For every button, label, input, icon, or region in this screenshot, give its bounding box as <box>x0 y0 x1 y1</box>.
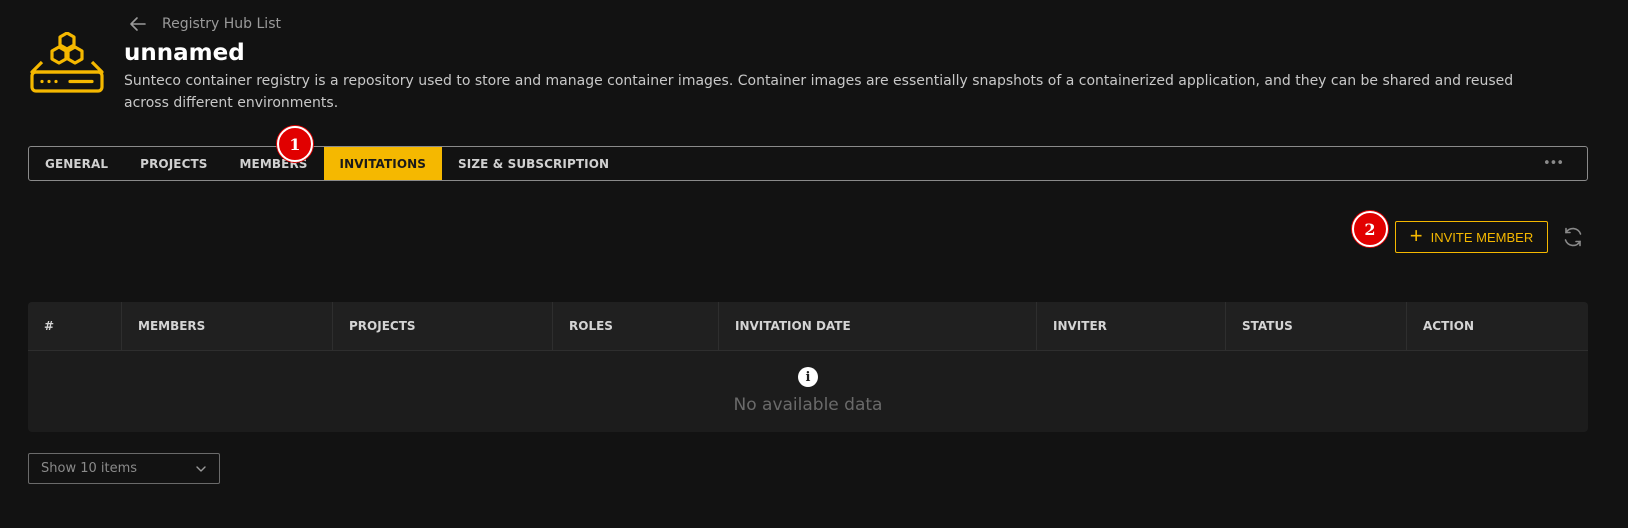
annotation-badge-2: 2 <box>1352 211 1388 247</box>
back-link[interactable]: Registry Hub List <box>128 14 281 34</box>
empty-state-text: No available data <box>733 395 883 415</box>
page-size-label: Show 10 items <box>41 461 138 476</box>
table-header: # MEMBERS PROJECTS ROLES INVITATION DATE… <box>28 302 1588 351</box>
chevron-down-icon <box>196 465 206 472</box>
invite-member-button[interactable]: + INVITE MEMBER <box>1395 221 1548 253</box>
column-header-status: STATUS <box>1226 302 1407 350</box>
empty-state: i No available data <box>28 351 1588 415</box>
column-header-index: # <box>28 302 122 350</box>
annotation-badge-1: 1 <box>277 126 313 162</box>
column-header-inviter: INVITER <box>1037 302 1226 350</box>
tab-general[interactable]: GENERAL <box>29 147 124 180</box>
invite-member-label: INVITE MEMBER <box>1430 229 1534 245</box>
page-size-select[interactable]: Show 10 items <box>28 453 220 484</box>
column-header-action: ACTION <box>1423 319 1474 333</box>
column-header-members: MEMBERS <box>122 302 333 350</box>
info-icon: i <box>798 367 818 387</box>
column-header-projects: PROJECTS <box>333 302 553 350</box>
invitations-table: # MEMBERS PROJECTS ROLES INVITATION DATE… <box>28 302 1588 432</box>
tab-projects[interactable]: PROJECTS <box>124 147 223 180</box>
page-title: unnamed <box>124 40 245 66</box>
refresh-icon[interactable] <box>1561 225 1585 249</box>
more-options-icon[interactable]: ••• <box>1543 156 1564 171</box>
column-header-invitation-date: INVITATION DATE <box>719 302 1037 350</box>
back-link-label: Registry Hub List <box>162 16 281 32</box>
tab-bar: GENERAL PROJECTS MEMBERS INVITATIONS SIZ… <box>28 146 1588 181</box>
tab-invitations[interactable]: INVITATIONS <box>323 147 443 180</box>
registry-hub-icon <box>30 32 104 93</box>
tab-size-subscription[interactable]: SIZE & SUBSCRIPTION <box>442 147 625 180</box>
column-header-roles: ROLES <box>553 302 719 350</box>
arrow-left-icon <box>130 17 146 31</box>
plus-icon: + <box>1409 223 1423 248</box>
page-description: Sunteco container registry is a reposito… <box>124 73 1514 111</box>
